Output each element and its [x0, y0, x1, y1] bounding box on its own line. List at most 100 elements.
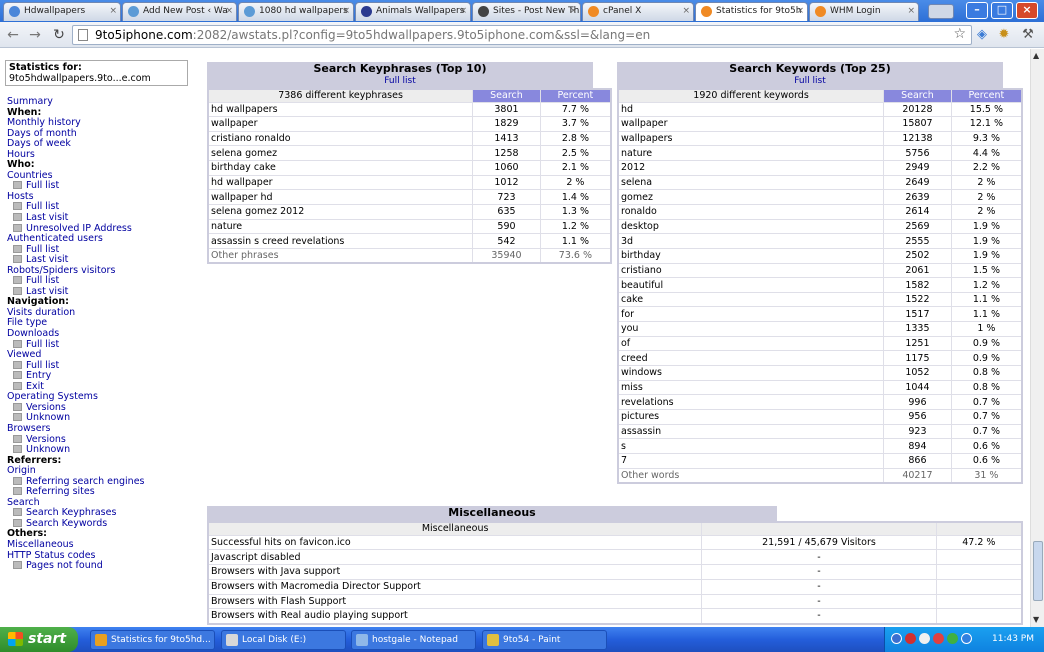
search-count-cell: 15807 — [883, 116, 952, 132]
tab-close-icon[interactable]: × — [796, 3, 804, 20]
taskbar-button[interactable]: hostgale - Notepad — [351, 630, 476, 650]
tab-close-icon[interactable]: × — [109, 3, 117, 20]
browser-tab[interactable]: cPanel X × — [582, 2, 694, 21]
stats-for-box: Statistics for: 9to5hdwallpapers.9to...e… — [5, 60, 188, 86]
keywords-table: 1920 different keywords Search Percent hd 20… — [617, 88, 1023, 484]
tab-close-icon[interactable]: × — [682, 3, 690, 20]
percent-cell: 0.6 % — [950, 438, 1023, 454]
menu-item[interactable]: Miscellaneous — [7, 539, 202, 551]
search-count-cell: 2502 — [883, 247, 952, 264]
table-row: selena gomez 2012 635 1.3 % — [207, 203, 612, 220]
menu-subitem[interactable]: Unknown — [7, 444, 202, 456]
keyphrases-full-list-link[interactable]: Full list — [207, 76, 593, 86]
percent-cell: 0.9 % — [950, 335, 1023, 352]
table-row: selena 2649 2 % — [617, 174, 1023, 191]
tray-icon[interactable] — [961, 633, 972, 644]
term-cell: nature — [617, 145, 885, 162]
menu-item[interactable]: Browsers — [7, 423, 202, 435]
tray-icon[interactable] — [905, 633, 916, 644]
percent-cell: 73.6 % — [539, 247, 612, 264]
address-bar[interactable]: 9to5iphone.com:2082/awstats.pl?config=9t… — [72, 25, 972, 45]
menu-item[interactable]: Days of week — [7, 139, 202, 150]
close-window-button[interactable]: × — [1016, 2, 1038, 19]
menu-item[interactable]: Summary — [7, 96, 202, 108]
reload-icon[interactable]: ↻ — [50, 26, 68, 44]
taskbar-button[interactable]: Statistics for 9to5hd... — [90, 630, 215, 650]
search-count-cell: 635 — [472, 203, 541, 220]
term-cell: cristiano ronaldo — [207, 130, 474, 147]
browser-tab[interactable]: Statistics for 9to5h × — [695, 2, 808, 21]
search-count-cell: 1175 — [883, 350, 952, 367]
vertical-scrollbar[interactable]: ▲ ▼ — [1030, 49, 1044, 627]
misc-percent-cell — [935, 608, 1023, 624]
tray-icon[interactable] — [891, 633, 902, 644]
menu-subitem[interactable]: Pages not found — [7, 561, 202, 572]
browser-tab[interactable]: Animals Wallpapers × — [355, 2, 471, 21]
taskbar-label: hostgale - Notepad — [372, 635, 458, 645]
term-cell: Other words — [617, 467, 885, 484]
back-arrow-icon[interactable]: ← — [4, 26, 22, 44]
tab-close-icon[interactable]: × — [342, 3, 350, 20]
browser-tab[interactable]: Add New Post ‹ Wa × — [122, 2, 237, 21]
star-icon[interactable]: ☆ — [953, 26, 966, 42]
tab-close-icon[interactable]: × — [225, 3, 233, 20]
table-row: Successful hits on favicon.ico 21,591 / 4… — [207, 534, 1023, 551]
keywords-full-list-link[interactable]: Full list — [617, 76, 1003, 86]
tab-close-icon[interactable]: × — [569, 3, 577, 20]
table-row: Browsers with Flash Support - — [207, 593, 1023, 610]
search-count-cell: 1582 — [883, 277, 952, 293]
taskbar-button[interactable]: 9to54 - Paint — [482, 630, 607, 650]
tab-label: Hdwallpapers — [24, 6, 86, 16]
tray-icon[interactable] — [919, 633, 930, 644]
term-cell: Other phrases — [207, 247, 474, 264]
gear-icon[interactable]: ✹ — [996, 27, 1012, 43]
start-button[interactable]: start — [0, 627, 78, 652]
tray-icon[interactable] — [947, 633, 958, 644]
search-column-header: Search — [472, 88, 541, 103]
search-count-cell: 1522 — [883, 291, 952, 308]
table-row: for 1517 1.1 % — [617, 306, 1023, 323]
table-row: hd 20128 15.5 % — [617, 101, 1023, 118]
search-count-cell: 12138 — [883, 130, 952, 147]
tray-icon[interactable] — [933, 633, 944, 644]
wrench-icon[interactable]: ⚒ — [1020, 27, 1036, 43]
search-count-cell: 996 — [883, 394, 952, 410]
new-tab-button[interactable] — [928, 4, 954, 19]
menu-item[interactable]: Hours — [7, 149, 202, 161]
windows-taskbar: start Statistics for 9to5hd... Local Disk… — [0, 627, 1044, 652]
browser-tab[interactable]: Sites - Post New Th × — [472, 2, 581, 21]
minimize-button[interactable]: – — [966, 2, 988, 19]
taskbar-app-icon — [226, 634, 238, 646]
term-cell: selena gomez — [207, 145, 474, 162]
term-cell: wallpaper — [207, 116, 474, 132]
tab-close-icon[interactable]: × — [907, 3, 915, 20]
misc-percent-cell — [935, 593, 1023, 610]
scroll-down-icon[interactable]: ▼ — [1033, 615, 1039, 624]
percent-cell: 0.7 % — [950, 408, 1023, 425]
browser-tab[interactable]: 1080 hd wallpapers × — [238, 2, 354, 21]
table-header-row: Miscellaneous — [207, 521, 1023, 536]
menu-item[interactable]: Downloads — [7, 328, 202, 340]
maximize-button[interactable]: □ — [991, 2, 1013, 19]
menu-subitem[interactable]: Last visit — [7, 212, 202, 224]
scroll-up-icon[interactable]: ▲ — [1033, 51, 1039, 60]
taskbar-button[interactable]: Local Disk (E:) — [221, 630, 346, 650]
keyphrases-title: Search Keyphrases (Top 10) Full list — [207, 62, 593, 88]
table-row: creed 1175 0.9 % — [617, 350, 1023, 367]
scrollbar-thumb[interactable] — [1033, 541, 1043, 601]
clock: 11:43 PM — [992, 634, 1034, 644]
misc-header-empty — [935, 521, 1023, 536]
table-row: ronaldo 2614 2 % — [617, 203, 1023, 220]
menu-subitem[interactable]: Full list — [7, 181, 202, 192]
misc-percent-cell: 47.2 % — [935, 534, 1023, 551]
search-count-cell: 1251 — [883, 335, 952, 352]
search-count-cell: 2061 — [883, 262, 952, 279]
extension-icon[interactable]: ◈ — [974, 27, 990, 43]
tab-close-icon[interactable]: × — [459, 3, 467, 20]
browser-tab[interactable]: Hdwallpapers × — [3, 2, 121, 21]
misc-header: Miscellaneous — [207, 521, 703, 536]
browser-titlebar: Hdwallpapers × Add New Post ‹ Wa × 1080 hd w… — [0, 0, 1044, 22]
percent-cell: 3.7 % — [539, 116, 612, 132]
forward-arrow-icon[interactable]: → — [26, 26, 44, 44]
browser-tab[interactable]: WHM Login × — [809, 2, 919, 21]
